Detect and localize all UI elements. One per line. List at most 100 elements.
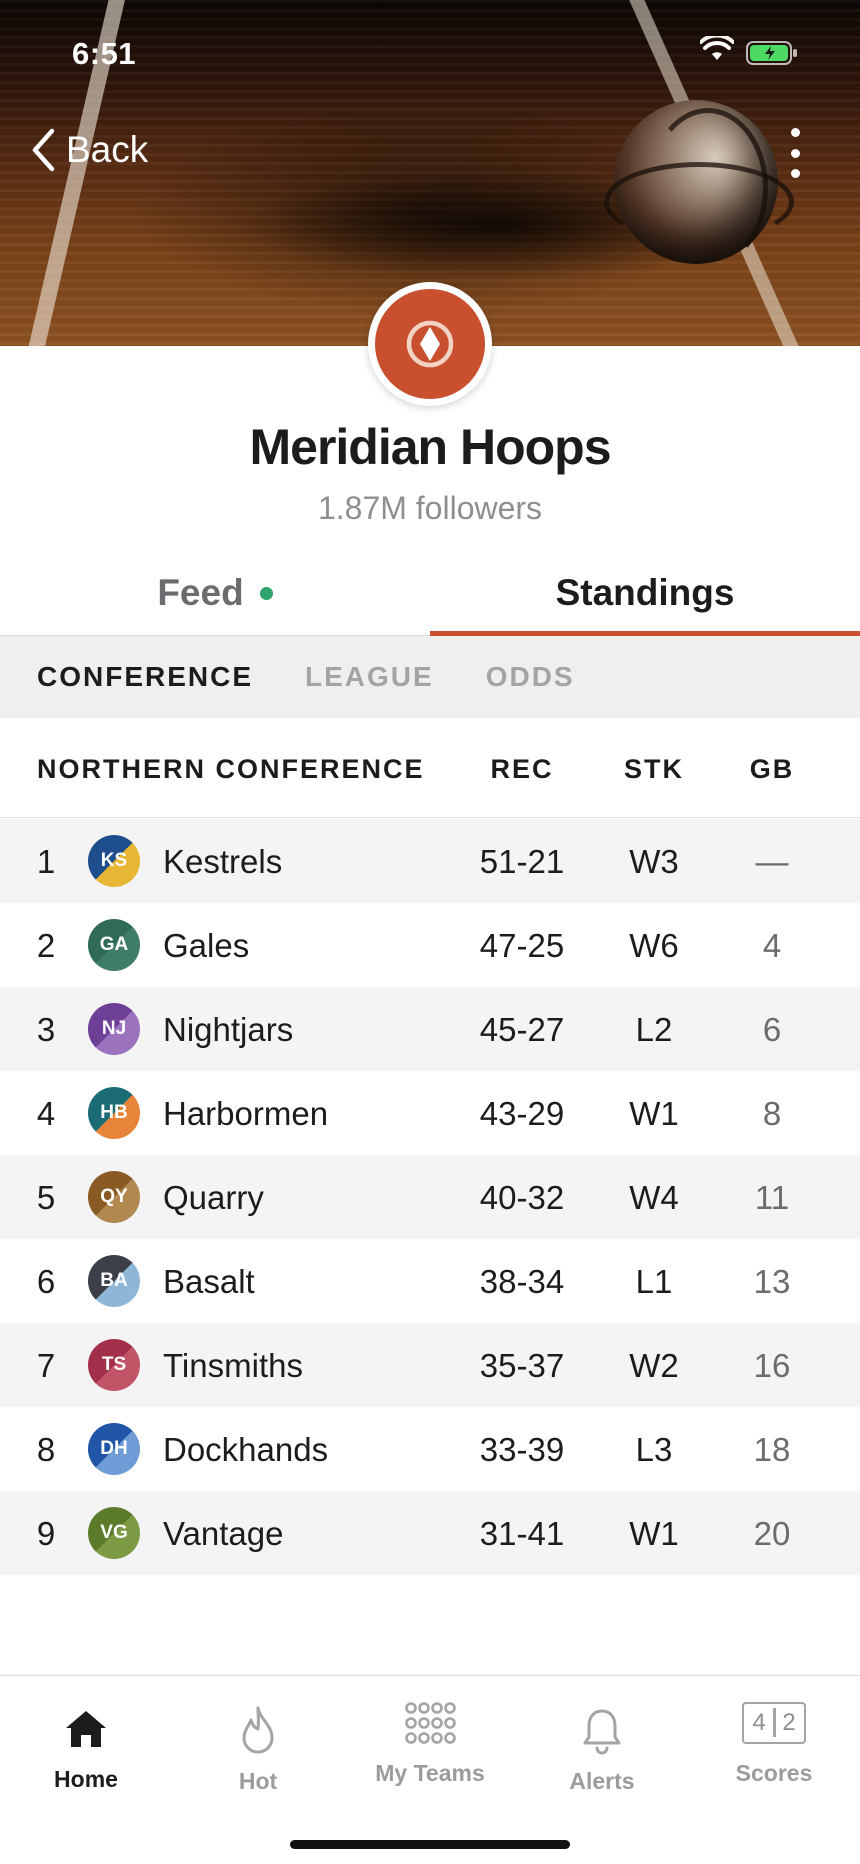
status-time: 6:51 [72,36,137,71]
team-badge-icon: HB [88,1087,140,1139]
back-button[interactable]: Back [30,128,148,172]
row-record: 31-41 [479,1515,565,1552]
row-team-name: Tinsmiths [163,1347,303,1384]
table-row[interactable]: 2 GA Gales 47-25 W6 4 [0,903,860,987]
row-team-name: Nightjars [163,1011,294,1048]
nav-my-teams[interactable]: My Teams [344,1676,516,1826]
new-content-dot [259,586,273,600]
table-row[interactable]: 5 QY Quarry 40-32 W4 11 [0,1155,860,1239]
nav-home[interactable]: Home [0,1676,172,1826]
tab-standings[interactable]: Standings [430,550,860,636]
row-record: 40-32 [479,1179,565,1216]
row-record: 35-37 [479,1347,565,1384]
table-row[interactable]: 6 BA Basalt 38-34 L1 13 [0,1239,860,1323]
flame-icon [242,1706,274,1754]
column-header-streak[interactable]: STK [604,754,704,785]
row-streak: W4 [629,1179,679,1216]
nav-alerts[interactable]: Alerts [516,1676,688,1826]
team-badge-icon: VG [88,1507,140,1559]
team-badge-icon: KS [88,835,140,887]
bell-icon [583,1709,621,1755]
table-row[interactable]: 3 NJ Nightjars 45-27 L2 6 [0,987,860,1071]
row-record: 47-25 [479,927,565,964]
nav-hot[interactable]: Hot [172,1676,344,1826]
more-dot [790,128,800,137]
row-games-back: 13 [753,1263,791,1300]
row-team-name: Kestrels [163,843,283,880]
tab-standings-label: Standings [555,572,735,613]
row-games-back: 18 [753,1431,791,1468]
table-row[interactable]: 9 VG Vantage 31-41 W1 20 [0,1491,860,1575]
row-record: 45-27 [479,1011,565,1048]
row-streak: W1 [629,1095,679,1132]
row-team-name: Quarry [163,1179,264,1216]
row-games-back: 6 [762,1011,782,1048]
team-badge-icon: BA [88,1255,140,1307]
table-row[interactable]: 8 DH Dockhands 33-39 L3 18 [0,1407,860,1491]
row-record: 38-34 [479,1263,565,1300]
more-options-button[interactable] [780,128,810,178]
row-record: 43-29 [479,1095,565,1132]
row-games-back: 11 [754,1179,790,1216]
row-streak: W3 [629,843,679,880]
scoreboard-right-digit: 2 [782,1709,796,1736]
nav-alerts-label: Alerts [569,1768,635,1794]
scoreboard-divider [773,1708,776,1737]
row-rank: 8 [36,1431,56,1468]
subtab-odds[interactable]: ODDS [486,661,575,693]
home-indicator [290,1840,570,1849]
more-dot [790,169,800,178]
row-team-name: Vantage [163,1515,284,1552]
row-streak: W1 [629,1515,679,1552]
team-logo [368,282,492,406]
row-streak: L2 [635,1011,673,1048]
row-rank: 2 [36,927,56,964]
follower-count: 1.87M followers [317,490,543,526]
row-streak: L1 [635,1263,673,1300]
scoreboard-icon: 4 2 [742,1702,806,1744]
team-name: Meridian Hoops [249,419,611,475]
scoreboard-left-digit: 4 [752,1709,766,1736]
row-team-name: Harbormen [163,1095,329,1132]
subtab-league[interactable]: LEAGUE [305,661,434,693]
row-rank: 1 [36,843,56,880]
subtab-conference[interactable]: CONFERENCE [37,661,253,693]
row-streak: W6 [629,927,679,964]
column-header-games-back[interactable]: GB [722,754,822,785]
column-header-record[interactable]: REC [472,754,572,785]
nav-my-teams-label: My Teams [375,1760,485,1786]
team-emblem-icon [406,320,454,368]
team-badge-icon: NJ [88,1003,140,1055]
row-games-back: 4 [762,927,782,964]
standings-table-header: NORTHERN CONFERENCE REC STK GB [0,718,860,818]
row-record: 51-21 [479,843,565,880]
row-rank: 6 [36,1263,56,1300]
row-team-name: Dockhands [163,1431,329,1468]
row-team-name: Basalt [163,1263,255,1300]
row-rank: 7 [36,1347,56,1384]
nav-scores-label: Scores [735,1760,813,1786]
nav-home-label: Home [54,1766,118,1792]
standings-filter-tabs: CONFERENCE LEAGUE ODDS [0,636,860,718]
row-record: 33-39 [479,1431,565,1468]
basketball-image [604,100,794,268]
nav-hot-label: Hot [238,1768,278,1794]
table-row[interactable]: 4 HB Harbormen 43-29 W1 8 [0,1071,860,1155]
home-icon [66,1711,106,1747]
table-row[interactable]: 7 TS Tinsmiths 35-37 W2 16 [0,1323,860,1407]
row-team-name: Gales [163,927,250,964]
back-label: Back [66,129,149,170]
team-badge-icon: TS [88,1339,140,1391]
tab-feed[interactable]: Feed [0,550,430,636]
tab-feed-label: Feed [157,572,244,613]
wifi-icon [700,36,734,60]
row-games-back: 20 [753,1515,791,1552]
team-badge-icon: QY [88,1171,140,1223]
standings-table: 1 KS Kestrels 51-21 W3 — 2 GA Gales 47-25 W6 4 3 NJ Ni… [0,819,860,1675]
more-dot [790,148,800,158]
table-row[interactable]: 1 KS Kestrels 51-21 W3 — [0,819,860,903]
nav-scores[interactable]: 4 2 Scores [688,1676,860,1826]
column-header-conference: NORTHERN CONFERENCE [37,754,425,784]
team-badge-icon: GA [88,919,140,971]
team-badge-icon: DH [88,1423,140,1475]
